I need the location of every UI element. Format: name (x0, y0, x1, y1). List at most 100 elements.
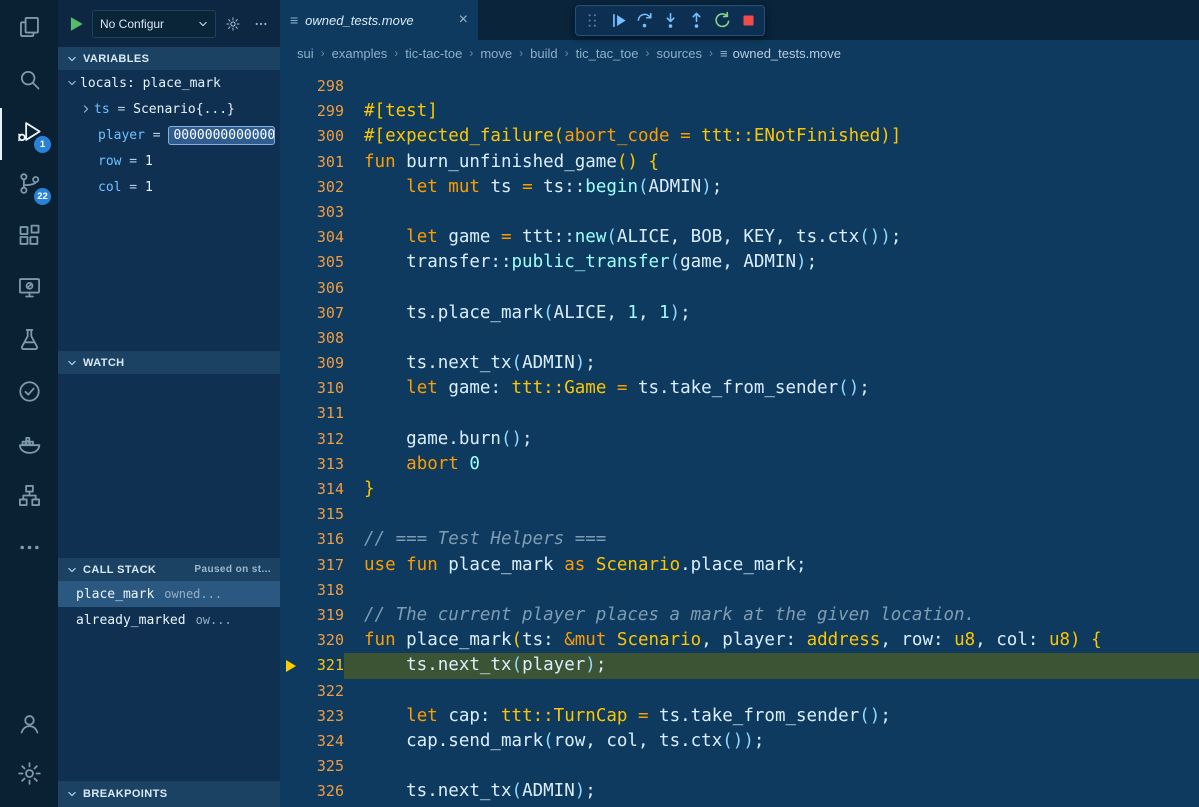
activity-item-more[interactable] (0, 524, 58, 576)
code-text[interactable]: #[test] (344, 99, 1199, 124)
line-number[interactable]: 317 (280, 553, 344, 578)
stop-button[interactable] (735, 8, 761, 34)
activity-badge: 1 (34, 136, 51, 153)
line-number[interactable]: 300 (280, 124, 344, 149)
line-number[interactable]: 298 (280, 74, 344, 99)
activity-item-kubernetes[interactable] (0, 472, 58, 524)
close-icon[interactable]: × (459, 12, 468, 28)
activity-item-source-control[interactable]: 22 (0, 160, 58, 212)
variable-row-col[interactable]: col = 1 (58, 174, 280, 200)
start-debug-button[interactable] (66, 14, 86, 34)
code-text[interactable]: let game = ttt::new(ALICE, BOB, KEY, ts.… (344, 225, 1199, 250)
code-text[interactable]: fun place_mark(ts: &mut Scenario, player… (344, 628, 1199, 653)
line-number[interactable]: 319 (280, 603, 344, 628)
breadcrumb-item-examples[interactable]: examples (332, 46, 388, 61)
line-number[interactable]: 301 (280, 150, 344, 175)
activity-item-settings[interactable] (0, 751, 58, 801)
breadcrumb-separator: › (709, 46, 713, 60)
code-text[interactable]: let mut ts = ts::begin(ADMIN); (344, 175, 1199, 200)
code-text[interactable]: abort 0 (344, 452, 1199, 477)
activity-item-testing[interactable] (0, 316, 58, 368)
code-text[interactable]: use fun place_mark as Scenario.place_mar… (344, 553, 1199, 578)
line-number[interactable]: 307 (280, 301, 344, 326)
continue-button[interactable] (605, 8, 631, 34)
line-number[interactable]: 304 (280, 225, 344, 250)
code-text[interactable]: // === Test Helpers === (344, 527, 1199, 552)
line-number[interactable]: 326 (280, 779, 344, 804)
step-over-button[interactable] (631, 8, 657, 34)
line-number[interactable]: 310 (280, 376, 344, 401)
gear-icon[interactable] (222, 13, 244, 35)
stop-icon (739, 11, 758, 30)
variable-row-ts[interactable]: ts = Scenario{...} (58, 96, 280, 122)
code-text[interactable]: fun burn_unfinished_game() { (344, 150, 1199, 175)
activity-item-search[interactable] (0, 56, 58, 108)
breadcrumb-item-owned_tests.move[interactable]: ≡owned_tests.move (720, 46, 841, 61)
activity-item-extensions[interactable] (0, 212, 58, 264)
line-number[interactable]: 313 (280, 452, 344, 477)
line-number[interactable]: 314 (280, 477, 344, 502)
line-number[interactable]: 303 (280, 200, 344, 225)
line-number[interactable]: 324 (280, 729, 344, 754)
activity-item-account[interactable] (0, 701, 58, 751)
callstack-section-header[interactable]: CALL STACK Paused on st... (58, 558, 280, 581)
variable-row-row[interactable]: row = 1 (58, 148, 280, 174)
code-text[interactable]: #[expected_failure(abort_code = ttt::ENo… (344, 124, 1199, 149)
drag-handle-icon[interactable] (579, 8, 605, 34)
line-number[interactable]: 309 (280, 351, 344, 376)
line-number[interactable]: 321 (280, 653, 344, 678)
code-line-304: 304 let game = ttt::new(ALICE, BOB, KEY,… (280, 225, 1199, 250)
code-text[interactable]: ts.place_mark(ALICE, 1, 1); (344, 301, 1199, 326)
breadcrumb-item-tic_tac_toe[interactable]: tic_tac_toe (576, 46, 639, 61)
line-number[interactable]: 311 (280, 401, 344, 426)
code-text[interactable]: } (344, 477, 1199, 502)
step-out-button[interactable] (683, 8, 709, 34)
code-line-316: 316// === Test Helpers === (280, 527, 1199, 552)
breakpoints-section-header[interactable]: BREAKPOINTS (58, 781, 280, 807)
line-number[interactable]: 302 (280, 175, 344, 200)
activity-item-explorer[interactable] (0, 4, 58, 56)
line-number[interactable]: 299 (280, 99, 344, 124)
line-number[interactable]: 308 (280, 326, 344, 351)
activity-item-checklist[interactable] (0, 368, 58, 420)
breadcrumb-item-sui[interactable]: sui (297, 46, 314, 61)
breadcrumb-item-build[interactable]: build (530, 46, 557, 61)
watch-section-header[interactable]: WATCH (58, 351, 280, 374)
line-number[interactable]: 320 (280, 628, 344, 653)
code-text[interactable]: // The current player places a mark at t… (344, 603, 1199, 628)
line-number[interactable]: 318 (280, 578, 344, 603)
code-text[interactable]: let game: ttt::Game = ts.take_from_sende… (344, 376, 1199, 401)
restart-button[interactable] (709, 8, 735, 34)
line-number[interactable]: 323 (280, 704, 344, 729)
activity-item-remote-explorer[interactable] (0, 264, 58, 316)
breadcrumb-item-sources[interactable]: sources (656, 46, 702, 61)
line-number[interactable]: 325 (280, 754, 344, 779)
launch-config-dropdown[interactable]: No Configur (92, 10, 216, 38)
activity-item-docker[interactable] (0, 420, 58, 472)
variable-value-highlighted[interactable]: 0000000000000… (168, 126, 275, 145)
callstack-frame-already_marked[interactable]: already_markedow... (58, 607, 280, 633)
breadcrumb-item-tic-tac-toe[interactable]: tic-tac-toe (405, 46, 462, 61)
code-text[interactable]: let cap: ttt::TurnCap = ts.take_from_sen… (344, 704, 1199, 729)
callstack-frame-place_mark[interactable]: place_markowned... (58, 581, 280, 607)
variables-section-header[interactable]: VARIABLES (58, 47, 280, 70)
breadcrumb-item-move[interactable]: move (480, 46, 512, 61)
code-text[interactable]: ts.next_tx(ADMIN); (344, 779, 1199, 804)
activity-item-run-debug[interactable]: 1 (0, 108, 58, 160)
more-actions-icon[interactable] (250, 13, 272, 35)
line-number[interactable]: 315 (280, 502, 344, 527)
line-number[interactable]: 322 (280, 679, 344, 704)
variable-row-player[interactable]: player = 0000000000000… (58, 122, 280, 148)
variables-scope-row[interactable]: locals: place_mark (58, 70, 280, 96)
code-text[interactable]: game.burn(); (344, 427, 1199, 452)
line-number[interactable]: 305 (280, 250, 344, 275)
line-number[interactable]: 316 (280, 527, 344, 552)
code-text[interactable]: transfer::public_transfer(game, ADMIN); (344, 250, 1199, 275)
code-text[interactable]: ts.next_tx(ADMIN); (344, 351, 1199, 376)
code-text[interactable]: cap.send_mark(row, col, ts.ctx()); (344, 729, 1199, 754)
code-text[interactable]: ts.next_tx(player); (344, 653, 1199, 678)
line-number[interactable]: 312 (280, 427, 344, 452)
step-into-button[interactable] (657, 8, 683, 34)
line-number[interactable]: 306 (280, 276, 344, 301)
tab-owned-tests[interactable]: ≡ owned_tests.move × (280, 0, 478, 40)
